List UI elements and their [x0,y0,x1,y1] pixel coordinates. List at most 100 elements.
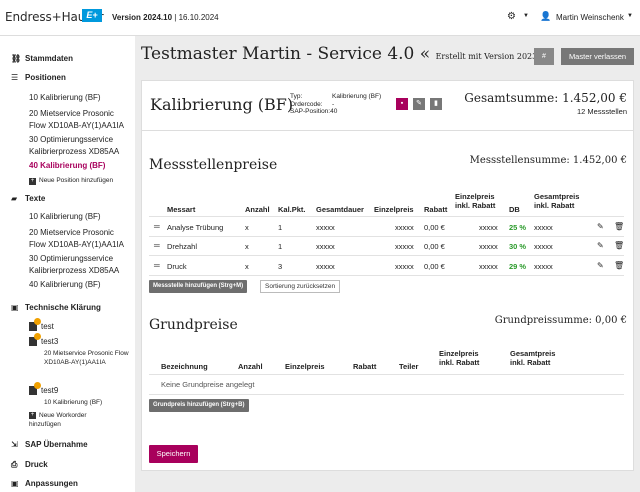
sidebar-item-text[interactable]: 20 Mietservice Prosonic Flow XD10AB-AY(1… [29,227,133,251]
col-header[interactable]: Einzelpreis inkl. Rabatt [455,192,503,210]
col-header[interactable]: Gesamtpreis inkl. Rabatt [534,192,586,210]
pencil-icon[interactable]: ✎ [597,222,604,231]
user-icon[interactable]: 👤 [540,11,551,22]
grundpreissumme: Grundpreissumme: 0,00 € [494,315,627,326]
cell-anzahl: x [245,262,249,271]
sidebar-section-druck[interactable]: ⎙ Druck [11,460,48,470]
meta-label: Typ: [290,93,303,100]
col-header[interactable]: Gesamtpreis inkl. Rabatt [510,349,562,367]
sidebar-section-technische-klaerung[interactable]: ▣ Technische Klärung [11,303,101,312]
cell-dauer: xxxxx [316,223,335,232]
trash-icon[interactable]: 🗑 [614,261,624,270]
col-header[interactable]: Bezeichnung [161,362,208,371]
chevron-down-icon[interactable]: ▼ [523,13,529,19]
brand-logo[interactable]: E+ [82,9,102,22]
row-divider [149,255,624,256]
sidebar-section-positionen[interactable]: ☰ Positionen [11,73,66,82]
gear-icon[interactable]: ⚙ [507,11,516,22]
version-info: Version 2024.10 | 16.10.2024 [112,13,219,22]
trash-icon[interactable]: ▮ [430,98,442,110]
drag-handle-icon[interactable]: ═ [154,261,160,270]
row-divider [149,394,624,395]
col-header[interactable]: Einzelpreis [374,205,414,214]
sidebar-item-position[interactable]: 30 Optimierungsservice Kalibrierprozess … [29,134,133,158]
col-header[interactable]: Teiler [399,362,418,371]
cell-db: 29 % [509,262,527,271]
version-label: Version 2024.10 [112,13,173,22]
sidebar-section-texte[interactable]: ▰ Texte [11,194,45,203]
trash-icon[interactable]: 🗑 [614,222,624,231]
workorder-item[interactable]: test3 [29,333,58,347]
workorder-name: test9 [41,386,59,395]
add-messstelle-button[interactable]: Messstelle hinzufügen (Strg+M) [149,280,248,293]
user-name[interactable]: Martin Weinschenk [556,13,624,22]
warning-dot-icon [34,382,41,390]
cell-gesamt: xxxxx [534,223,553,232]
drag-handle-icon[interactable]: ═ [154,222,160,231]
plus-icon: + [29,412,36,419]
col-header[interactable]: Einzelpreis [285,362,325,371]
plus-icon: + [29,178,36,185]
print-icon: ⎙ [11,460,18,469]
chevron-down-icon[interactable]: ▼ [627,13,633,19]
top-bar: Endress+Hauser E+ Version 2024.10 | 16.1… [0,0,640,36]
cell-db: 25 % [509,223,527,232]
sidebar-section-label: Positionen [25,73,66,82]
col-header[interactable]: Rabatt [424,205,447,214]
workorder-item[interactable]: test9 [29,382,59,396]
col-header[interactable]: Gesamtdauer [316,205,364,214]
page-title-sub: Erstellt mit Version 2023.9 [435,52,545,61]
sidebar-item-position[interactable]: 20 Mietservice Prosonic Flow XD10AB-AY(1… [29,108,133,132]
add-grundpreis-button[interactable]: Grundpreis hinzufügen (Strg+B) [149,399,249,412]
messstellensumme: Messstellensumme: 1.452,00 € [469,155,627,166]
clipboard-icon: ▣ [11,303,19,312]
cell-rabatt: 0,00 € [424,262,445,271]
cell-messart: Analyse Trübung [167,223,224,232]
comment-icon: ▰ [11,194,18,203]
save-button[interactable]: Speichern [149,445,198,463]
col-header[interactable]: Kal.Pkt. [278,205,306,214]
meta-value: - [332,100,335,108]
pencil-icon[interactable]: ✎ [597,261,604,270]
drag-handle-icon[interactable]: ═ [154,241,160,250]
messstellenpreise-title: Messstellenpreise [149,157,278,173]
col-header[interactable]: Rabatt [353,362,376,371]
list-icon: ☰ [11,73,19,82]
sidebar-section-sap[interactable]: ⇲ SAP Übernahme [11,440,88,449]
cell-kalpkt: 1 [278,242,283,251]
pencil-icon[interactable]: ✎ [413,98,425,110]
sidebar-item-position-active[interactable]: 40 Kalibrierung (BF) [29,160,133,172]
cell-rabatt: 0,00 € [424,223,445,232]
save-icon[interactable]: ▪ [396,98,408,110]
sidebar-item-text[interactable]: 30 Optimierungsservice Kalibrierprozess … [29,253,133,277]
sitemap-icon: ⛓ [11,54,22,63]
header-divider [149,216,624,217]
add-workorder-button[interactable]: + Neue Workorder hinzufügen [29,411,115,429]
sidebar-section-label: Stammdaten [25,54,74,63]
col-header[interactable]: Anzahl [245,205,270,214]
workorder-sub: 20 Mietservice Prosonic Flow XD10AB-AY(1… [44,350,129,366]
col-header[interactable]: DB [509,205,520,214]
empty-message: Keine Grundpreise angelegt [161,380,255,389]
cell-dauer: xxxxx [316,242,335,251]
master-verlassen-button[interactable]: Master verlassen [561,48,634,65]
col-header[interactable]: Anzahl [238,362,263,371]
trash-icon[interactable]: 🗑 [614,241,624,250]
sidebar-section-stammdaten[interactable]: ⛓ Stammdaten [11,54,73,63]
col-header[interactable]: Einzelpreis inkl. Rabatt [439,349,487,367]
sidebar-section-anpassungen[interactable]: ▣ Anpassungen [11,479,78,488]
add-position-button[interactable]: + Neue Position hinzufügen [29,176,113,185]
add-workorder-label: Neue Workorder hinzufügen [29,412,87,428]
col-header[interactable]: Messart [167,205,195,214]
pencil-icon[interactable]: ✎ [597,241,604,250]
warning-dot-icon [34,318,41,326]
workorder-item[interactable]: test [29,318,54,332]
cell-gesamt: xxxxx [534,242,553,251]
sidebar-item-position[interactable]: 10 Kalibrierung (BF) [29,92,133,104]
sidebar-item-text[interactable]: 10 Kalibrierung (BF) [29,211,133,223]
reset-sort-button[interactable]: Sortierung zurücksetzen [260,280,341,293]
sidebar-item-text[interactable]: 40 Kalibrierung (BF) [29,279,133,291]
hash-button[interactable]: # [534,48,554,65]
cell-messart: Drehzahl [167,242,198,251]
sidebar: ⛓ Stammdaten ☰ Positionen 10 Kalibrierung … [0,36,135,492]
